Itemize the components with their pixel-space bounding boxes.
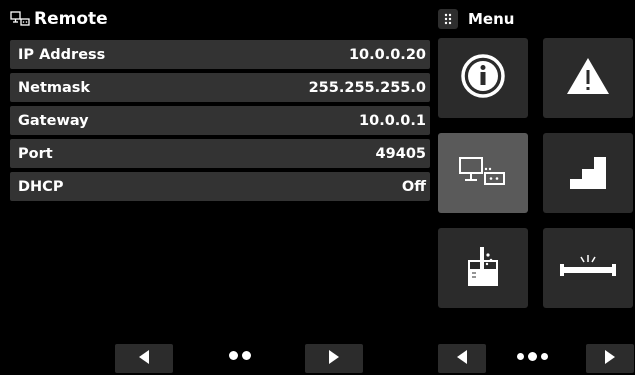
netmask-row[interactable]: Netmask 255.255.255.0: [10, 73, 430, 102]
remote-next-button[interactable]: [305, 344, 363, 373]
steps-tile[interactable]: [543, 133, 633, 213]
dhcp-row[interactable]: DHCP Off: [10, 172, 430, 201]
arrow-left-icon: [138, 349, 150, 369]
page-dot: [229, 351, 238, 360]
menu-title: Menu: [468, 10, 515, 28]
page-dot: [517, 353, 524, 360]
remote-network-icon: [458, 154, 508, 192]
menu-page-indicator: [517, 352, 548, 361]
remote-page-indicator: [229, 351, 251, 360]
ip-address-value[interactable]: 10.0.0.20: [349, 47, 426, 63]
info-tile[interactable]: [438, 38, 528, 118]
leak-test-icon: [558, 251, 618, 285]
arrow-right-icon: [604, 349, 616, 369]
menu-next-button[interactable]: [586, 344, 634, 373]
warning-tile[interactable]: [543, 38, 633, 118]
steps-icon: [566, 151, 610, 195]
page-dot-active: [528, 352, 537, 361]
remote-header: Remote: [10, 8, 108, 30]
port-row[interactable]: Port 49405: [10, 139, 430, 168]
netmask-label: Netmask: [18, 79, 91, 96]
menu-header[interactable]: Menu: [438, 8, 514, 30]
dhcp-label: DHCP: [18, 178, 64, 195]
netmask-value[interactable]: 255.255.255.0: [309, 80, 426, 96]
menu-prev-button[interactable]: [438, 344, 486, 373]
remote-prev-button[interactable]: [115, 344, 173, 373]
ip-address-row[interactable]: IP Address 10.0.0.20: [10, 40, 430, 69]
leak-tile[interactable]: [543, 228, 633, 308]
ip-address-label: IP Address: [18, 46, 106, 63]
beaker-icon: [463, 245, 503, 291]
remote-tile[interactable]: [438, 133, 528, 213]
dhcp-value[interactable]: Off: [402, 179, 426, 195]
page-title: Remote: [34, 9, 108, 29]
port-value[interactable]: 49405: [376, 146, 426, 162]
info-icon: [459, 52, 507, 104]
lab-tile[interactable]: [438, 228, 528, 308]
gateway-value[interactable]: 10.0.0.1: [359, 113, 426, 129]
page-dot: [242, 351, 251, 360]
arrow-left-icon: [456, 349, 468, 369]
grid-dots-icon[interactable]: [438, 9, 458, 29]
gateway-row[interactable]: Gateway 10.0.0.1: [10, 106, 430, 135]
gateway-label: Gateway: [18, 112, 89, 129]
remote-network-icon: [10, 10, 30, 28]
warning-icon: [564, 54, 612, 102]
arrow-right-icon: [328, 349, 340, 369]
port-label: Port: [18, 145, 53, 162]
page-dot: [541, 353, 548, 360]
